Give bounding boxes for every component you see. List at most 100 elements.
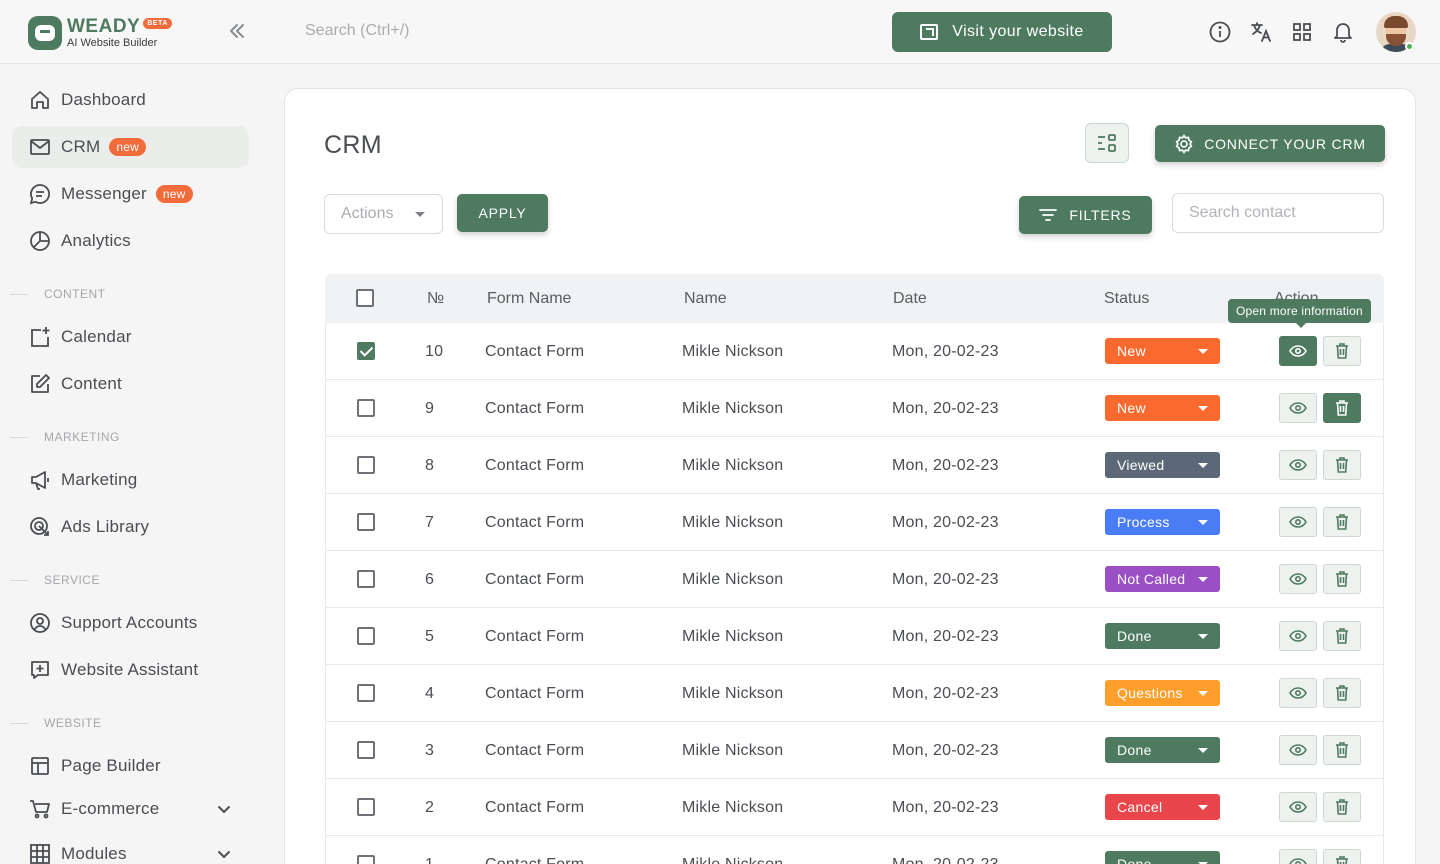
table-row[interactable]: 5 Contact Form Mikle Nickson Mon, 20-02-23 D… xyxy=(325,608,1384,665)
table-row[interactable]: 2 Contact Form Mikle Nickson Mon, 20-02-23 C… xyxy=(325,779,1384,836)
filters-button[interactable]: FILTERS xyxy=(1019,196,1152,234)
sidebar-item-modules[interactable]: Modules xyxy=(12,833,249,864)
apps-grid-icon[interactable] xyxy=(1290,20,1314,44)
sidebar-item-content[interactable]: Content xyxy=(12,363,249,405)
row-checkbox[interactable] xyxy=(357,741,375,759)
layout-toggle-button[interactable] xyxy=(1085,123,1129,163)
view-button[interactable] xyxy=(1279,792,1317,822)
status-select[interactable]: Done xyxy=(1105,623,1220,649)
status-label: Done xyxy=(1117,856,1152,864)
row-checkbox[interactable] xyxy=(357,399,375,417)
status-select[interactable]: Not Called xyxy=(1105,566,1220,592)
row-checkbox[interactable] xyxy=(357,855,375,864)
view-button[interactable] xyxy=(1279,450,1317,480)
layout-icon xyxy=(29,755,51,777)
trash-icon xyxy=(1335,742,1349,758)
chevron-down-icon[interactable] xyxy=(217,802,231,816)
collapse-sidebar-button[interactable] xyxy=(228,22,246,46)
status-select[interactable]: New xyxy=(1105,395,1220,421)
table-row[interactable]: 7 Contact Form Mikle Nickson Mon, 20-02-23 P… xyxy=(325,494,1384,551)
column-header-form-name[interactable]: Form Name xyxy=(487,290,571,308)
row-checkbox[interactable] xyxy=(357,342,375,360)
sidebar-item-analytics[interactable]: Analytics xyxy=(12,220,249,262)
delete-button[interactable] xyxy=(1323,678,1361,708)
home-icon xyxy=(29,89,51,111)
delete-button[interactable] xyxy=(1323,792,1361,822)
logo[interactable]: WEADY BETA AI Website Builder xyxy=(28,16,172,50)
sidebar-item-website-assistant[interactable]: Website Assistant xyxy=(12,649,249,691)
delete-button[interactable] xyxy=(1323,735,1361,765)
view-button[interactable] xyxy=(1279,393,1317,423)
view-button[interactable] xyxy=(1279,621,1317,651)
row-number: 3 xyxy=(425,742,435,759)
actions-select[interactable]: Actions xyxy=(324,194,443,234)
delete-button[interactable] xyxy=(1323,336,1361,366)
sidebar-item-support-accounts[interactable]: Support Accounts xyxy=(12,602,249,644)
row-checkbox[interactable] xyxy=(357,798,375,816)
apply-button[interactable]: APPLY xyxy=(457,194,548,232)
view-button[interactable] xyxy=(1279,735,1317,765)
status-select[interactable]: Cancel xyxy=(1105,794,1220,820)
table-row[interactable]: 8 Contact Form Mikle Nickson Mon, 20-02-23 V… xyxy=(325,437,1384,494)
sidebar-item-label: Support Accounts xyxy=(61,613,198,632)
sidebar-item-crm[interactable]: CRM new xyxy=(12,126,249,168)
column-header-status[interactable]: Status xyxy=(1104,290,1149,308)
info-icon[interactable] xyxy=(1208,20,1232,44)
row-number: 2 xyxy=(425,799,435,816)
row-checkbox[interactable] xyxy=(357,513,375,531)
table-row[interactable]: 10 Contact Form Mikle Nickson Mon, 20-02-23… xyxy=(325,323,1384,380)
table-row[interactable]: 6 Contact Form Mikle Nickson Mon, 20-02-23 N… xyxy=(325,551,1384,608)
delete-button[interactable] xyxy=(1323,393,1361,423)
row-form-name: Contact Form xyxy=(485,856,584,864)
table-row[interactable]: 4 Contact Form Mikle Nickson Mon, 20-02-23 Q… xyxy=(325,665,1384,722)
caret-down-icon xyxy=(415,212,425,217)
sidebar-item-marketing[interactable]: Marketing xyxy=(12,459,249,501)
translate-icon[interactable] xyxy=(1249,20,1273,44)
status-select[interactable]: New xyxy=(1105,338,1220,364)
table-row[interactable]: 3 Contact Form Mikle Nickson Mon, 20-02-23 D… xyxy=(325,722,1384,779)
table-body: 10 Contact Form Mikle Nickson Mon, 20-02-23… xyxy=(325,323,1384,864)
delete-button[interactable] xyxy=(1323,621,1361,651)
row-date: Mon, 20-02-23 xyxy=(892,685,999,702)
row-form-name: Contact Form xyxy=(485,457,585,474)
delete-button[interactable] xyxy=(1323,450,1361,480)
status-select[interactable]: Process xyxy=(1105,509,1220,535)
status-select[interactable]: Done xyxy=(1105,737,1220,763)
row-checkbox[interactable] xyxy=(357,456,375,474)
view-button[interactable] xyxy=(1279,849,1317,864)
row-date: Mon, 20-02-23 xyxy=(892,799,999,816)
view-button[interactable] xyxy=(1279,564,1317,594)
status-select[interactable]: Done xyxy=(1105,851,1220,864)
sidebar-item-messenger[interactable]: Messenger new xyxy=(12,173,249,215)
connect-crm-button[interactable]: CONNECT YOUR CRM xyxy=(1155,125,1385,162)
delete-button[interactable] xyxy=(1323,849,1361,864)
visit-website-button[interactable]: Visit your website xyxy=(892,12,1112,52)
row-checkbox[interactable] xyxy=(357,570,375,588)
sidebar-item-ads-library[interactable]: Ads Library xyxy=(12,506,249,548)
sidebar-item-e-commerce[interactable]: E-commerce xyxy=(12,788,249,830)
view-button[interactable] xyxy=(1279,507,1317,537)
row-checkbox[interactable] xyxy=(357,684,375,702)
view-button[interactable] xyxy=(1279,336,1317,366)
select-all-checkbox[interactable] xyxy=(356,289,374,307)
column-header-name[interactable]: Name xyxy=(684,290,727,308)
column-header-date[interactable]: Date xyxy=(893,290,927,308)
table-row[interactable]: 1 Contact Form Mikle Nickson Mon, 20-02-23 D… xyxy=(325,836,1384,864)
status-select[interactable]: Questions xyxy=(1105,680,1220,706)
trash-icon xyxy=(1335,343,1349,359)
bell-icon[interactable] xyxy=(1331,20,1355,44)
search-contact-input[interactable] xyxy=(1172,193,1384,233)
status-select[interactable]: Viewed xyxy=(1105,452,1220,478)
sidebar-item-page-builder[interactable]: Page Builder xyxy=(12,745,249,787)
table-row[interactable]: 9 Contact Form Mikle Nickson Mon, 20-02-23 N… xyxy=(325,380,1384,437)
view-button[interactable] xyxy=(1279,678,1317,708)
delete-button[interactable] xyxy=(1323,564,1361,594)
delete-button[interactable] xyxy=(1323,507,1361,537)
sidebar-item-calendar[interactable]: Calendar xyxy=(12,316,249,358)
sidebar: Dashboard CRM new Messenger new Analytic… xyxy=(0,64,264,864)
sidebar-item-dashboard[interactable]: Dashboard xyxy=(12,79,249,121)
chevron-down-icon[interactable] xyxy=(217,847,231,861)
row-checkbox[interactable] xyxy=(357,627,375,645)
global-search-input[interactable]: Search (Ctrl+/) xyxy=(305,22,409,40)
sidebar-item-label: Marketing xyxy=(61,470,138,489)
